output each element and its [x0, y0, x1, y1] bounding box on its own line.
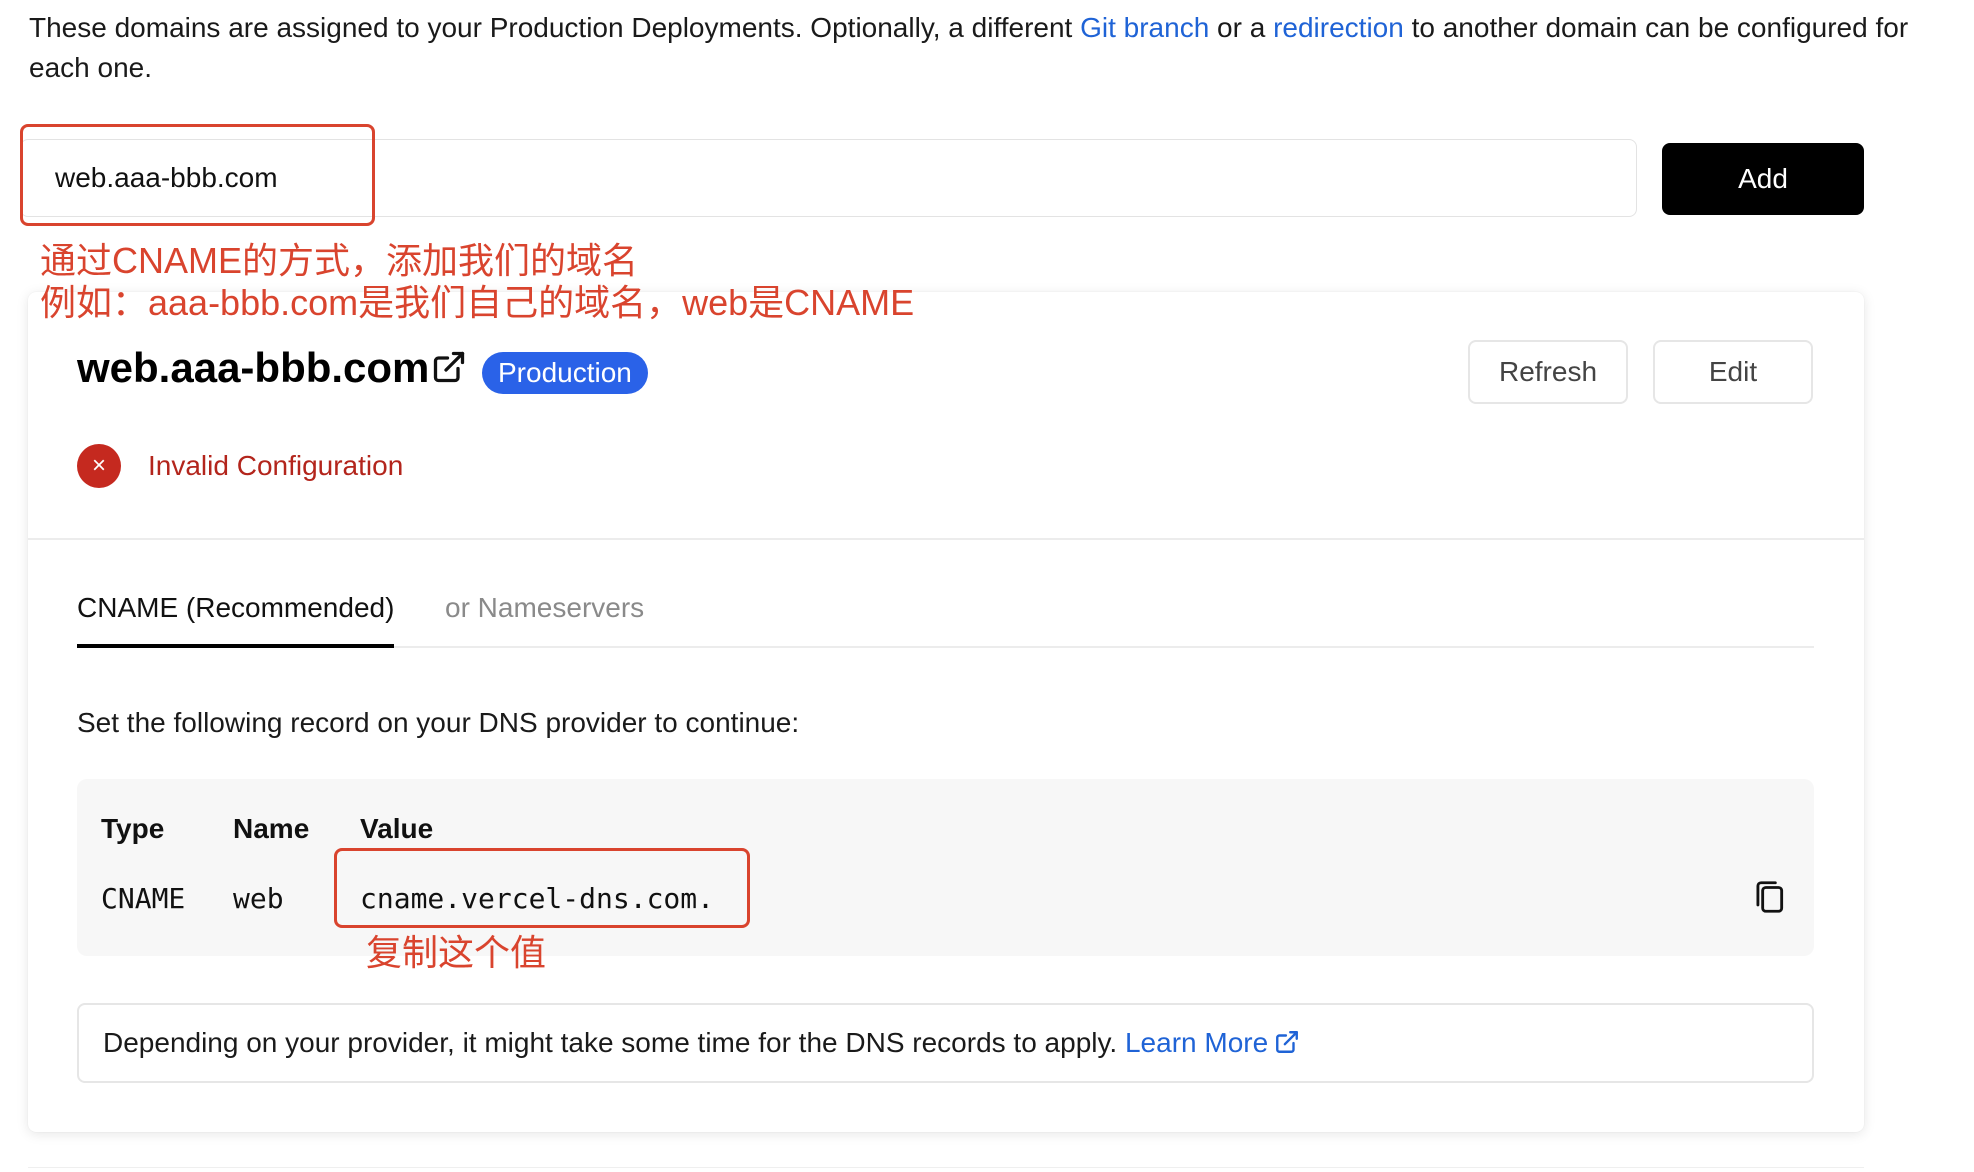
add-button[interactable]: Add — [1662, 143, 1864, 215]
error-circle-x-icon: × — [77, 444, 121, 488]
annotation-text-line2: 例如：aaa-bbb.com是我们自己的域名，web是CNAME — [40, 282, 915, 323]
external-link-icon[interactable] — [1274, 1029, 1300, 1055]
tab-nameservers[interactable]: or Nameservers — [445, 588, 644, 644]
dns-instruction: Set the following record on your DNS pro… — [77, 707, 800, 738]
intro-text-before: These domains are assigned to your Produ… — [29, 12, 1081, 43]
tab-cname[interactable]: CNAME (Recommended) — [77, 588, 395, 648]
propagation-note: Depending on your provider, it might tak… — [77, 1003, 1814, 1083]
edit-button[interactable]: Edit — [1653, 340, 1813, 404]
annotation-text-copy: 复制这个值 — [366, 932, 547, 973]
header-type: Type — [101, 813, 165, 844]
learn-more-link[interactable]: Learn More — [1125, 1027, 1268, 1058]
annotation-text-line1: 通过CNAME的方式，添加我们的域名 — [40, 240, 639, 281]
bottom-divider — [28, 1167, 1864, 1168]
domain-input[interactable] — [20, 139, 1637, 217]
record-tabs: CNAME (Recommended) or Nameservers — [77, 588, 1814, 648]
dns-record-table: Type Name Value CNAME web cname.vercel-d… — [77, 779, 1814, 956]
record-value[interactable]: cname.vercel-dns.com. — [360, 879, 714, 919]
redirection-link[interactable]: redirection — [1273, 12, 1404, 43]
record-name: web — [233, 882, 284, 915]
card-divider — [28, 538, 1864, 540]
record-type: CNAME — [101, 882, 186, 915]
external-link-icon[interactable] — [431, 349, 467, 385]
refresh-button[interactable]: Refresh — [1468, 340, 1628, 404]
header-name: Name — [233, 813, 310, 844]
domain-title[interactable]: web.aaa-bbb.com — [77, 344, 429, 392]
page: These domains are assigned to your Produ… — [0, 0, 1974, 1172]
production-badge: Production — [482, 352, 648, 394]
intro-text-middle: or a — [1209, 12, 1274, 43]
status-text: Invalid Configuration — [148, 450, 404, 481]
intro-paragraph: These domains are assigned to your Produ… — [29, 8, 1909, 88]
domain-card: web.aaa-bbb.com Production Refresh Edit … — [28, 292, 1864, 1132]
note-text: Depending on your provider, it might tak… — [103, 1027, 1125, 1058]
copy-icon[interactable] — [1750, 877, 1788, 917]
git-branch-link[interactable]: Git branch — [1080, 12, 1209, 43]
header-value: Value — [360, 813, 434, 844]
